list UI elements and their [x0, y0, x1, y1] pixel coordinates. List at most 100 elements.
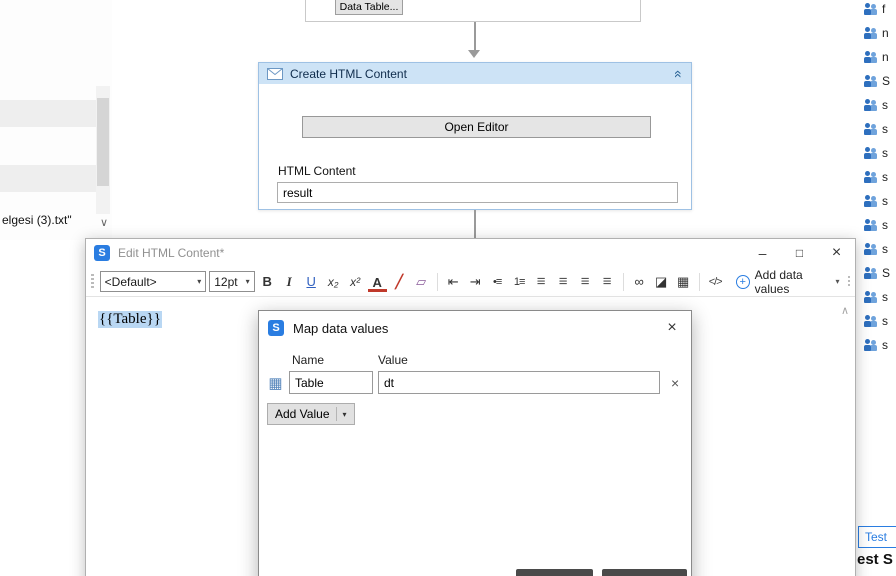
- test-tab[interactable]: Test: [858, 526, 896, 548]
- font-size-select[interactable]: 12pt ▾: [209, 271, 255, 292]
- create-html-content-card[interactable]: Create HTML Content « Open Editor HTML C…: [258, 62, 692, 210]
- variable-item[interactable]: s: [864, 98, 896, 112]
- variable-label: s: [882, 218, 888, 232]
- variable-people-icon: [864, 26, 878, 40]
- data-table-icon: ▦: [268, 374, 283, 392]
- variable-label: s: [882, 170, 888, 184]
- dialog-titlebar[interactable]: S Map data values: [259, 311, 691, 345]
- variable-people-icon: [864, 170, 878, 184]
- toolbar-overflow-grip-icon[interactable]: [847, 275, 850, 288]
- table-icon[interactable]: ▦: [674, 271, 693, 293]
- close-button[interactable]: ×: [661, 317, 683, 339]
- variable-item[interactable]: s: [864, 122, 896, 136]
- numbered-list-icon[interactable]: 1≡: [510, 271, 529, 293]
- variable-item[interactable]: S: [864, 74, 896, 88]
- variable-item[interactable]: s: [864, 242, 896, 256]
- variable-item[interactable]: n: [864, 26, 896, 40]
- variable-people-icon: [864, 98, 878, 112]
- variable-label: s: [882, 242, 888, 256]
- align-right-icon[interactable]: ≡: [576, 271, 595, 293]
- underline-icon[interactable]: U: [302, 271, 321, 293]
- open-editor-button[interactable]: Open Editor: [302, 116, 651, 138]
- align-center-icon[interactable]: ≡: [554, 271, 573, 293]
- variable-label: s: [882, 338, 888, 352]
- maximize-button[interactable]: □: [781, 239, 818, 267]
- variable-label: s: [882, 122, 888, 136]
- add-value-label: Add Value: [275, 407, 330, 421]
- left-panel: elgesi (3).txt" ∨: [0, 0, 112, 240]
- window-controls: – □ ×: [744, 239, 855, 267]
- scroll-down-arrow-icon[interactable]: ∨: [96, 214, 112, 232]
- html-content-label: HTML Content: [278, 164, 356, 178]
- variable-people-icon: [864, 194, 878, 208]
- format-buttons: B I Ux₂ x² A ╱ ▱ ⇤ ⇥ •≡ 1≡ ≡ ≡ ≡ ≡ ∞ ◪ ▦ </>: [258, 271, 725, 293]
- variable-item[interactable]: s: [864, 194, 896, 208]
- indent-icon[interactable]: ⇥: [466, 271, 485, 293]
- outdent-icon[interactable]: ⇤: [444, 271, 463, 293]
- app-logo-icon: S: [94, 245, 110, 261]
- variable-label: s: [882, 146, 888, 160]
- variable-people-icon: [864, 290, 878, 304]
- bold-icon[interactable]: B: [258, 271, 277, 293]
- variable-item[interactable]: s: [864, 290, 896, 304]
- dialog-titlebar[interactable]: S Edit HTML Content*: [86, 239, 855, 267]
- align-left-icon[interactable]: ≡: [532, 271, 551, 293]
- variable-item[interactable]: n: [864, 50, 896, 64]
- toolbar-grip-icon[interactable]: [91, 273, 94, 290]
- variable-people-icon: [864, 122, 878, 136]
- variable-item[interactable]: s: [864, 218, 896, 232]
- code-view-icon[interactable]: </>: [706, 271, 725, 293]
- plus-circle-icon: +: [735, 274, 750, 289]
- clear-formatting-icon[interactable]: ▱: [412, 271, 431, 293]
- left-panel-scrollbar-thumb[interactable]: [97, 98, 109, 186]
- editor-selected-text[interactable]: {{Table}}: [98, 311, 162, 328]
- card-header[interactable]: Create HTML Content «: [259, 63, 691, 84]
- add-value-button[interactable]: Add Value ▾: [267, 403, 355, 425]
- variable-item[interactable]: s: [864, 338, 896, 352]
- connector-line: [474, 22, 476, 50]
- html-content-input[interactable]: [277, 182, 678, 203]
- justify-icon[interactable]: ≡: [598, 271, 617, 293]
- variable-people-icon: [864, 74, 878, 88]
- test-tab-label: Test: [865, 530, 888, 544]
- close-button[interactable]: ×: [818, 239, 855, 267]
- map-value-input[interactable]: [378, 371, 661, 394]
- list-row[interactable]: [0, 100, 96, 127]
- workflow-node-data-table[interactable]: Data Table...: [305, 0, 641, 22]
- editor-toolbar: <Default> ▾ 12pt ▾ B I Ux₂ x² A ╱ ▱ ⇤ ⇥ •≡ 1≡ ≡ ≡ ≡ ≡ ∞…: [86, 267, 855, 297]
- variable-item[interactable]: f: [864, 2, 896, 16]
- variable-people-icon: [864, 2, 878, 16]
- variable-item[interactable]: s: [864, 170, 896, 184]
- superscript-icon[interactable]: x²: [346, 271, 365, 293]
- variable-people-icon: [864, 266, 878, 280]
- variable-item[interactable]: s: [864, 314, 896, 328]
- bullet-list-icon[interactable]: •≡: [488, 271, 507, 293]
- font-color-icon[interactable]: A: [368, 274, 387, 292]
- variable-label: S: [882, 74, 891, 88]
- dialog-bottom-button-partial[interactable]: [516, 569, 593, 576]
- font-family-select[interactable]: <Default> ▾: [99, 271, 207, 292]
- variable-label: n: [882, 50, 889, 64]
- variable-people-icon: [864, 50, 878, 64]
- dialog-bottom-button-partial[interactable]: [602, 569, 687, 576]
- map-data-values-dialog: S Map data values × Name Value ▦ × Add V…: [258, 310, 692, 576]
- map-name-input[interactable]: [289, 371, 373, 394]
- collapse-chevron-icon[interactable]: «: [671, 70, 687, 78]
- subscript-icon[interactable]: x₂: [324, 271, 343, 293]
- variable-label: s: [882, 194, 888, 208]
- chevron-down-icon: ▾: [835, 277, 840, 286]
- remove-row-icon[interactable]: ×: [667, 375, 683, 391]
- font-size-value: 12pt: [214, 274, 238, 289]
- highlighter-icon[interactable]: ╱: [390, 271, 409, 293]
- image-icon[interactable]: ◪: [652, 271, 671, 293]
- minimize-button[interactable]: –: [744, 239, 781, 267]
- data-table-button[interactable]: Data Table...: [335, 0, 403, 15]
- link-icon[interactable]: ∞: [630, 271, 649, 293]
- variable-item[interactable]: s: [864, 146, 896, 160]
- toolbar-separator: [698, 272, 700, 291]
- scroll-up-arrow-icon[interactable]: ∧: [841, 304, 849, 317]
- list-row[interactable]: [0, 165, 96, 192]
- variable-item[interactable]: S: [864, 266, 896, 280]
- add-data-values-button[interactable]: + Add data values ▾: [735, 268, 850, 296]
- italic-icon[interactable]: I: [280, 271, 299, 293]
